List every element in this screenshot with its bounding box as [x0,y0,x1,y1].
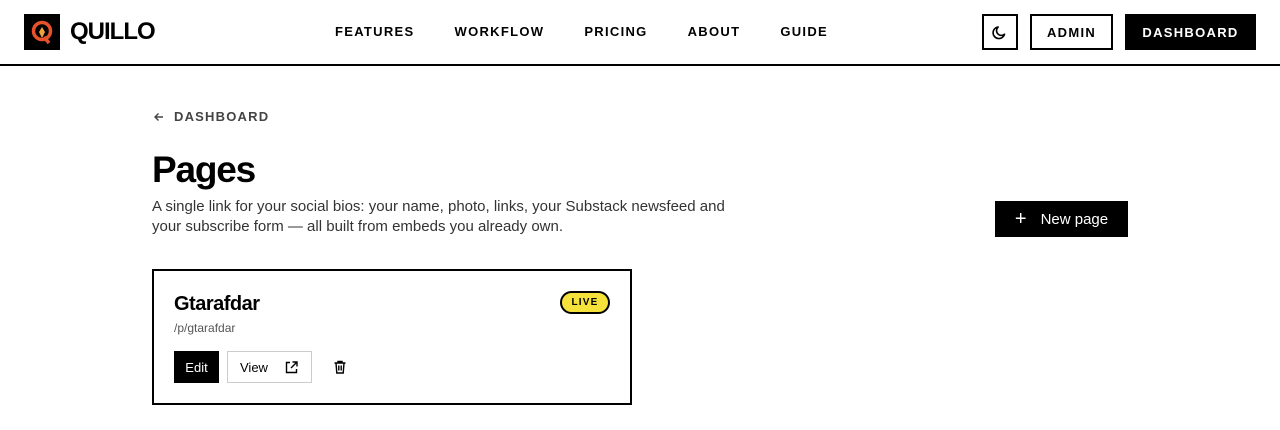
main-nav: FEATURES WORKFLOW PRICING ABOUT GUIDE [335,23,868,41]
status-badge: LIVE [560,291,610,314]
moon-icon [992,26,1006,40]
nav-workflow[interactable]: WORKFLOW [455,23,545,41]
page-title: Pages [152,149,256,190]
brand-name: QUILLO [70,18,156,45]
admin-button[interactable]: ADMIN [1030,14,1113,50]
new-page-button[interactable]: + New page [995,201,1128,237]
back-to-dashboard-link[interactable]: DASHBOARD [152,109,269,124]
top-navbar: QUILLO FEATURES WORKFLOW PRICING ABOUT G… [0,0,1280,66]
brand-logo[interactable]: QUILLO [24,14,156,50]
arrow-left-icon [154,112,163,121]
external-link-icon [285,361,298,374]
view-button-label: View [240,359,268,375]
new-page-label: New page [1040,210,1109,228]
nav-pricing[interactable]: PRICING [584,23,647,41]
nav-guide[interactable]: GUIDE [780,23,828,41]
quillo-logo-icon [24,14,60,50]
page-card-title: Gtarafdar [174,293,260,315]
theme-toggle-button[interactable] [982,14,1018,50]
back-link-label: DASHBOARD [174,109,270,124]
nav-about[interactable]: ABOUT [688,23,741,41]
trash-icon[interactable] [332,359,348,375]
page-card: Gtarafdar /p/gtarafdar LIVE Edit View [152,269,632,405]
view-button[interactable]: View [227,351,312,383]
nav-features[interactable]: FEATURES [335,23,415,41]
edit-button[interactable]: Edit [174,351,219,383]
plus-icon: + [1014,208,1027,230]
page-card-path: /p/gtarafdar [174,321,236,335]
page-description: A single link for your social bios: your… [152,198,725,235]
dashboard-button[interactable]: DASHBOARD [1125,14,1256,50]
